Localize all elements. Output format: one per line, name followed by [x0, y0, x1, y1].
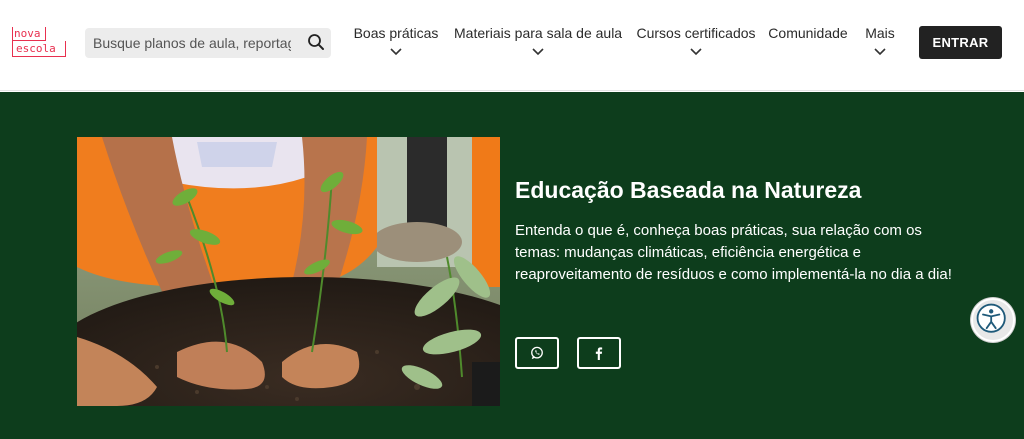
search-box: [85, 28, 331, 58]
logo-text-line2: escola: [12, 41, 66, 57]
chevron-down-icon: [532, 48, 544, 56]
nav-item-cursos[interactable]: Cursos certificados: [634, 24, 758, 56]
nav-label: Materiais para sala de aula: [454, 25, 623, 41]
nav-item-comunidade[interactable]: Comunidade: [766, 24, 850, 42]
hero-description: Entenda o que é, conheça boas práticas, …: [515, 222, 952, 283]
chevron-down-icon: [690, 48, 702, 56]
chevron-down-icon: [874, 48, 886, 56]
accessibility-icon: [976, 303, 1006, 333]
nav-label: Comunidade: [768, 25, 848, 41]
accessibility-widget-button[interactable]: [971, 298, 1015, 342]
hero-banner: Educação Baseada na Natureza Entenda o q…: [0, 92, 1024, 439]
login-button[interactable]: ENTRAR: [919, 26, 1002, 59]
nav-item-boas-praticas[interactable]: Boas práticas: [351, 24, 441, 56]
share-facebook-button[interactable]: [577, 337, 621, 369]
chevron-down-icon: [390, 48, 402, 56]
search-icon[interactable]: [307, 33, 325, 51]
logo-text-line1: nova: [12, 27, 45, 41]
nova-escola-logo[interactable]: nova escola: [12, 27, 66, 58]
facebook-icon: [595, 347, 603, 360]
search-input[interactable]: [93, 28, 291, 58]
nav-label: Mais: [865, 25, 895, 41]
whatsapp-icon: [531, 346, 543, 360]
hero-photo-child-planting: [77, 137, 500, 406]
nav-label: Boas práticas: [353, 25, 439, 41]
share-whatsapp-button[interactable]: [515, 337, 559, 369]
nav-item-materiais[interactable]: Materiais para sala de aula: [454, 24, 622, 56]
hero-title: Educação Baseada na Natureza: [515, 177, 862, 203]
nav-label: Cursos certificados: [636, 25, 756, 41]
site-header: nova escola Boas práticas Materiais para…: [0, 0, 1024, 91]
nav-item-mais[interactable]: Mais: [861, 24, 899, 56]
